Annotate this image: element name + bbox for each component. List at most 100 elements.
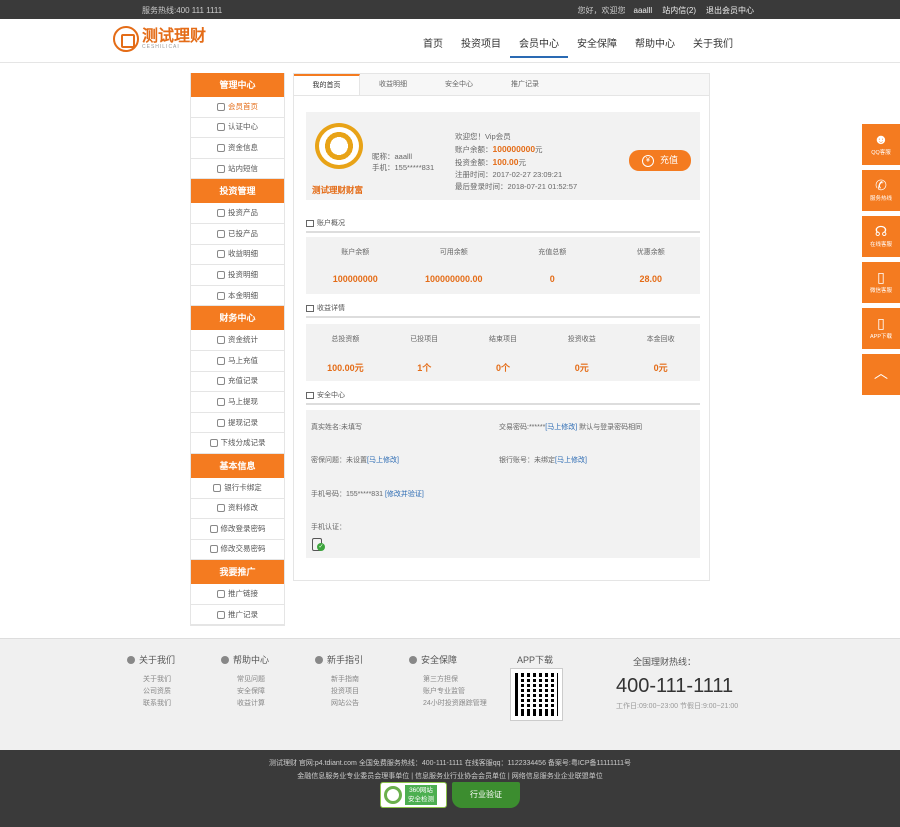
user-account-info: 欢迎您！Vip会员 账户余额：100000000元 投资金额：100.00元 注…	[455, 132, 578, 191]
hotline-hours: 工作日:09:00~23:00 节假日:9:00~21:00	[616, 703, 739, 710]
app-qr-code	[510, 668, 563, 721]
yen-icon	[217, 377, 225, 386]
income-detail-title: 收益详情	[306, 303, 700, 318]
360-security-badge[interactable]: 360网站 安全检测	[380, 782, 447, 808]
footer-link[interactable]: 常见问题	[237, 674, 269, 686]
footer-link[interactable]: 关于我们	[143, 674, 175, 686]
sidebar-item-promo-link[interactable]: 推广链接	[191, 584, 284, 605]
sidebar-item-recharge[interactable]: 马上充值	[191, 351, 284, 372]
security-center-title: 安全中心	[306, 390, 700, 405]
sidebar-item-invest-products[interactable]: 投资产品	[191, 203, 284, 224]
sidebar-item-edit-profile[interactable]: 资料修改	[191, 499, 284, 520]
chart-icon	[217, 270, 225, 279]
hotline-number: 400-111-1111	[616, 675, 734, 697]
hotline-button[interactable]: ✆ 服务热线	[862, 170, 900, 211]
floating-service-bar: ☻ QQ客服 ✆ 服务热线 ☊ 在线客服 ▯ 微信客服 ▯ APP下载 ︿	[862, 124, 900, 400]
footer-link[interactable]: 收益计算	[237, 698, 269, 710]
home-icon	[217, 102, 225, 111]
tab-promo-records[interactable]: 推广记录	[492, 74, 558, 95]
app-download-button[interactable]: ▯ APP下载	[862, 308, 900, 349]
recharge-button[interactable]: ¥ 充值	[629, 150, 691, 171]
sidebar-item-auth-center[interactable]: 认证中心	[191, 118, 284, 139]
footer-link[interactable]: 新手指南	[331, 674, 363, 686]
nav-security[interactable]: 安全保障	[568, 35, 626, 58]
footer-link[interactable]: 公司资质	[143, 686, 175, 698]
sidebar-item-change-login-pwd[interactable]: 修改登录密码	[191, 519, 284, 540]
tab-my-home[interactable]: 我的首页	[294, 74, 360, 95]
nav-home[interactable]: 首页	[414, 35, 452, 58]
stat-item: 结束项目 0个	[488, 336, 517, 373]
nav-projects[interactable]: 投资项目	[452, 35, 510, 58]
stat-item: 总投资额 100.00元	[327, 336, 364, 373]
shield-icon	[409, 656, 417, 664]
card-icon	[213, 483, 222, 492]
bank-edit-link[interactable]: [马上修改]	[555, 457, 587, 464]
online-service-button[interactable]: ☊ 在线客服	[862, 216, 900, 257]
logo-icon	[113, 26, 139, 52]
nav-about[interactable]: 关于我们	[684, 35, 742, 58]
top-bar: 服务热线:400 111 1111 您好，欢迎您 aaalll 站内信(2) 退…	[0, 0, 900, 19]
site-logo[interactable]: 测试理财 CESHILICAI	[113, 26, 206, 52]
footer-link[interactable]: 第三方担保	[423, 674, 487, 686]
sidebar-item-downline-records[interactable]: 下线分成记录	[191, 433, 284, 454]
sidebar-item-promo-records[interactable]: 推广记录	[191, 605, 284, 626]
real-name-row: 真实姓名:未填写	[311, 424, 362, 431]
sidebar-item-principal-detail[interactable]: 本金明细	[191, 286, 284, 307]
document-icon	[209, 439, 218, 448]
sidebar-item-income-detail[interactable]: 收益明细	[191, 245, 284, 266]
question-icon	[221, 656, 229, 664]
stat-item: 可用余额 100000000.00	[424, 249, 483, 284]
mobile-verify-link[interactable]: [修改并验证]	[385, 491, 424, 498]
footer-col-guide: 新手指引 新手指南 投资项目 网站公告	[315, 653, 363, 710]
messages-link[interactable]: 站内信(2)	[662, 5, 696, 16]
bank-account-row: 银行账号：未绑定[马上修改]	[499, 457, 587, 464]
calendar-icon	[217, 229, 225, 238]
tab-bar: 我的首页 收益明细 安全中心 推广记录	[294, 74, 709, 96]
main-nav: 首页 投资项目 会员中心 安全保障 帮助中心 关于我们	[414, 35, 742, 58]
back-to-top-button[interactable]: ︿	[862, 354, 900, 395]
top-user-links: 您好，欢迎您 aaalll 站内信(2) 退出会员中心	[578, 5, 754, 16]
sidebar-item-fund-stats[interactable]: 资金统计	[191, 330, 284, 351]
phone-icon: ✆	[875, 177, 887, 193]
footer-link[interactable]: 网站公告	[331, 698, 363, 710]
wechat-service-button[interactable]: ▯ 微信客服	[862, 262, 900, 303]
username-link[interactable]: aaalll	[634, 6, 653, 15]
secret-question-edit-link[interactable]: [马上修改]	[367, 457, 399, 464]
footer: 关于我们 关于我们 公司资质 联系我们 帮助中心 常见问题 安全保障 收益计算 …	[0, 638, 900, 750]
stat-item: 账户余额 100000000	[332, 249, 378, 284]
nav-member-center[interactable]: 会员中心	[510, 35, 568, 58]
chart-icon	[306, 304, 314, 312]
greeting: 您好，欢迎您 aaalll	[577, 6, 653, 15]
logout-link[interactable]: 退出会员中心	[706, 5, 754, 16]
mobile-auth-row: 手机认证：	[311, 524, 346, 531]
industry-verify-badge[interactable]: 行业验证	[452, 782, 520, 808]
brand-name: 测试理财财富	[312, 185, 364, 195]
sidebar-item-invested[interactable]: 已投产品	[191, 224, 284, 245]
balance-value: 100000000	[492, 144, 536, 154]
member-main-panel: 我的首页 收益明细 安全中心 推广记录 测试理财财富 昵称：aaalll 手机：…	[293, 73, 710, 581]
security-center: 真实姓名:未填写 交易密码:******[马上修改] 默认与登录密码相同 密保问…	[306, 410, 700, 558]
sidebar-item-recharge-records[interactable]: 充值记录	[191, 372, 284, 393]
footer-link[interactable]: 联系我们	[143, 698, 175, 710]
sidebar-item-withdraw[interactable]: 马上提现	[191, 392, 284, 413]
chevron-up-icon: ︿	[874, 365, 888, 381]
footer-link[interactable]: 投资项目	[331, 686, 363, 698]
trade-pwd-row: 交易密码:******[马上修改] 默认与登录密码相同	[499, 424, 643, 431]
qq-service-button[interactable]: ☻ QQ客服	[862, 124, 900, 165]
footer-link[interactable]: 账户专业监管	[423, 686, 487, 698]
sidebar-item-invest-detail[interactable]: 投资明细	[191, 265, 284, 286]
sidebar-item-fund-info[interactable]: 资金信息	[191, 138, 284, 159]
nav-help[interactable]: 帮助中心	[626, 35, 684, 58]
tab-income-detail[interactable]: 收益明细	[360, 74, 426, 95]
footer-link[interactable]: 安全保障	[237, 686, 269, 698]
sidebar-item-change-trade-pwd[interactable]: 修改交易密码	[191, 540, 284, 561]
sidebar-item-bind-card[interactable]: 银行卡绑定	[191, 478, 284, 499]
mobile-row: 手机号码：155*****831 [修改并验证]	[311, 491, 424, 498]
avatar	[315, 123, 363, 169]
trade-pwd-edit-link[interactable]: [马上修改]	[545, 424, 577, 431]
sidebar-item-messages[interactable]: 站内短信	[191, 159, 284, 180]
sidebar-item-member-home[interactable]: 会员首页	[191, 97, 284, 118]
footer-link[interactable]: 24小时投资跟踪管理	[423, 698, 487, 710]
sidebar-item-withdraw-records[interactable]: 提现记录	[191, 413, 284, 434]
tab-security-center[interactable]: 安全中心	[426, 74, 492, 95]
